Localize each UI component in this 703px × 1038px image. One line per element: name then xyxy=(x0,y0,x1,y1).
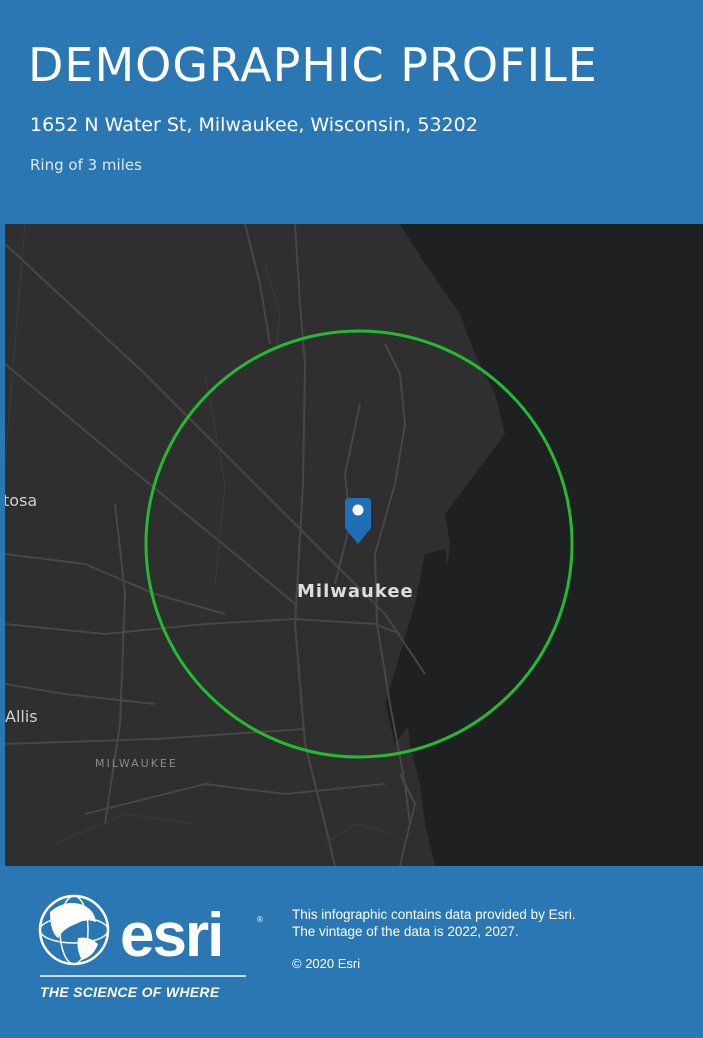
globe-icon xyxy=(38,894,110,966)
header: DEMOGRAPHIC PROFILE 1652 N Water St, Mil… xyxy=(0,0,703,224)
address-text: 1652 N Water St, Milwaukee, Wisconsin, 5… xyxy=(30,114,478,136)
footer: esri ® THE SCIENCE OF WHERE This infogra… xyxy=(0,866,703,1038)
credits-line-2: The vintage of the data is 2022, 2027. xyxy=(292,924,519,939)
page-title: DEMOGRAPHIC PROFILE xyxy=(28,38,598,92)
esri-wordmark: esri xyxy=(120,901,222,970)
infographic-page: DEMOGRAPHIC PROFILE 1652 N Water St, Mil… xyxy=(0,0,703,1038)
tagline: THE SCIENCE OF WHERE xyxy=(40,984,220,1000)
copyright: © 2020 Esri xyxy=(292,956,361,971)
registered-mark: ® xyxy=(257,915,263,924)
data-credits: This infographic contains data provided … xyxy=(292,906,576,940)
ring-text: Ring of 3 miles xyxy=(30,156,142,174)
map[interactable]: tosa Allis Milwaukee MILWAUKEE xyxy=(5,224,703,866)
label-west-allis: Allis xyxy=(5,707,38,726)
map-canvas[interactable]: tosa Allis Milwaukee MILWAUKEE xyxy=(5,224,703,866)
label-milwaukee-county: MILWAUKEE xyxy=(95,757,178,770)
label-wauwatosa: tosa xyxy=(5,491,37,510)
label-milwaukee-city: Milwaukee xyxy=(297,581,414,602)
credits-line-1: This infographic contains data provided … xyxy=(292,907,576,922)
